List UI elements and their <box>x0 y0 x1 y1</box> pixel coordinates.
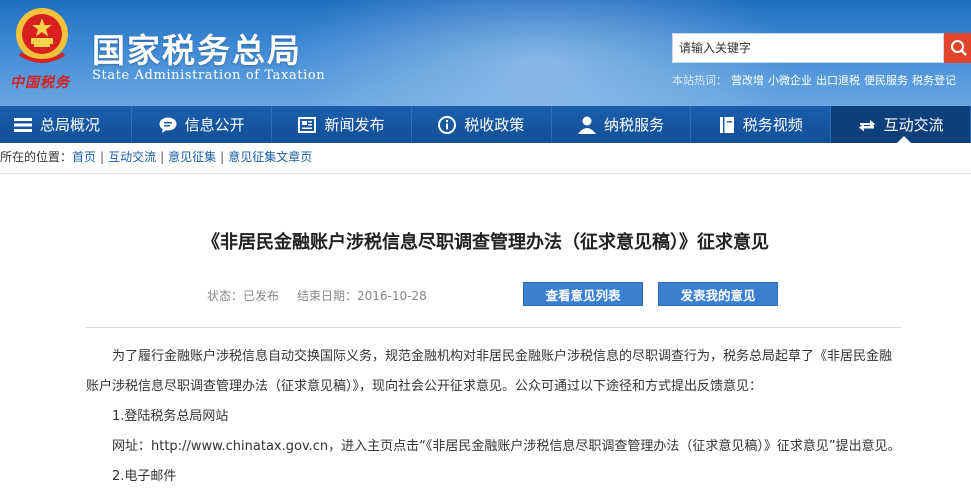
search-button[interactable] <box>944 33 971 63</box>
article-body: 为了履行金融账户涉税信息自动交换国际义务，规范金融机构对非居民金融账户涉税信息的… <box>86 342 901 492</box>
view-opinion-list-button[interactable]: 查看意见列表 <box>523 282 643 306</box>
hot-keyword[interactable]: 税务登记 <box>912 74 956 87</box>
hot-keywords: 本站热词： 营改增 小微企业 出口退税 便民服务 税务登记 <box>672 72 956 88</box>
article-meta: 状态：已发布 结束日期：2016-10-28 <box>207 287 427 304</box>
article-title: 《非居民金融账户涉税信息尽职调查管理办法（征求意见稿）》征求意见 <box>202 232 769 253</box>
hot-keyword[interactable]: 出口退税 <box>816 74 860 87</box>
breadcrumb-link[interactable]: 首页 <box>72 150 96 164</box>
site-header: 中国税务 国家税务总局 State Administration of Taxa… <box>0 0 971 106</box>
news-icon <box>298 116 317 133</box>
menu-icon <box>14 117 32 132</box>
nav-item-service[interactable]: 纳税服务 <box>552 106 692 143</box>
user-icon <box>578 116 596 134</box>
hot-keyword[interactable]: 小微企业 <box>768 74 812 87</box>
main-nav: 总局概况 信息公开 新闻发布 税收政策 纳税服务 税务视频 互动交流 <box>0 106 971 143</box>
article-divider <box>86 327 901 328</box>
nav-item-news[interactable]: 新闻发布 <box>272 106 412 143</box>
national-emblem-icon <box>16 8 68 63</box>
nav-item-info[interactable]: 信息公开 <box>132 106 273 143</box>
article-status: 状态：已发布 <box>207 289 280 303</box>
nav-label: 纳税服务 <box>604 116 665 134</box>
breadcrumb-link[interactable]: 互动交流 <box>108 150 156 164</box>
slogan: 中国税务 <box>10 75 70 91</box>
nav-label: 总局概况 <box>40 116 101 134</box>
nav-label: 税收政策 <box>464 116 525 134</box>
nav-item-policy[interactable]: 税收政策 <box>412 106 552 143</box>
nav-label: 信息公开 <box>184 116 245 134</box>
search-box <box>672 33 944 63</box>
site-title-cn[interactable]: 国家税务总局 <box>92 24 302 72</box>
article-end-date: 结束日期：2016-10-28 <box>297 289 427 303</box>
breadcrumb-link[interactable]: 意见征集文章页 <box>228 150 312 164</box>
post-opinion-button[interactable]: 发表我的意见 <box>658 282 778 306</box>
site-title-en: State Administration of Taxation <box>92 68 326 83</box>
nav-label: 新闻发布 <box>324 116 385 134</box>
breadcrumb-prefix: 您所在的位置： <box>0 150 73 164</box>
breadcrumb-separator: | <box>100 150 105 164</box>
breadcrumb: 您所在的位置：首页|互动交流|意见征集|意见征集文章页 <box>0 148 971 166</box>
chat-icon <box>159 117 177 133</box>
breadcrumb-link[interactable]: 意见征集 <box>168 150 216 164</box>
nav-item-video[interactable]: 税务视频 <box>691 106 832 143</box>
breadcrumb-separator: | <box>220 150 225 164</box>
hot-keywords-label: 本站热词： <box>672 74 727 87</box>
article-paragraph: 网址：http://www.chinatax.gov.cn，进入主页点击“《非居… <box>112 439 901 454</box>
exchange-icon <box>858 117 876 133</box>
info-icon <box>438 115 457 134</box>
nav-item-interact[interactable]: 互动交流 <box>831 106 971 143</box>
breadcrumb-separator: | <box>160 150 165 164</box>
nav-label: 互动交流 <box>883 116 944 134</box>
search-input[interactable] <box>673 34 943 62</box>
article-list-item: 2.电子邮件 <box>112 469 177 484</box>
search-icon <box>951 40 967 56</box>
article-list-item: 1.登陆税务总局网站 <box>112 409 229 424</box>
article-paragraph: 为了履行金融账户涉税信息自动交换国际义务，规范金融机构对非居民金融账户涉税信息的… <box>86 349 893 394</box>
hot-keyword[interactable]: 便民服务 <box>864 74 908 87</box>
breadcrumb-divider <box>0 173 971 174</box>
nav-label: 税务视频 <box>742 116 803 134</box>
hot-keyword[interactable]: 营改增 <box>731 74 764 87</box>
nav-item-overview[interactable]: 总局概况 <box>0 106 133 143</box>
book-icon <box>719 116 735 134</box>
